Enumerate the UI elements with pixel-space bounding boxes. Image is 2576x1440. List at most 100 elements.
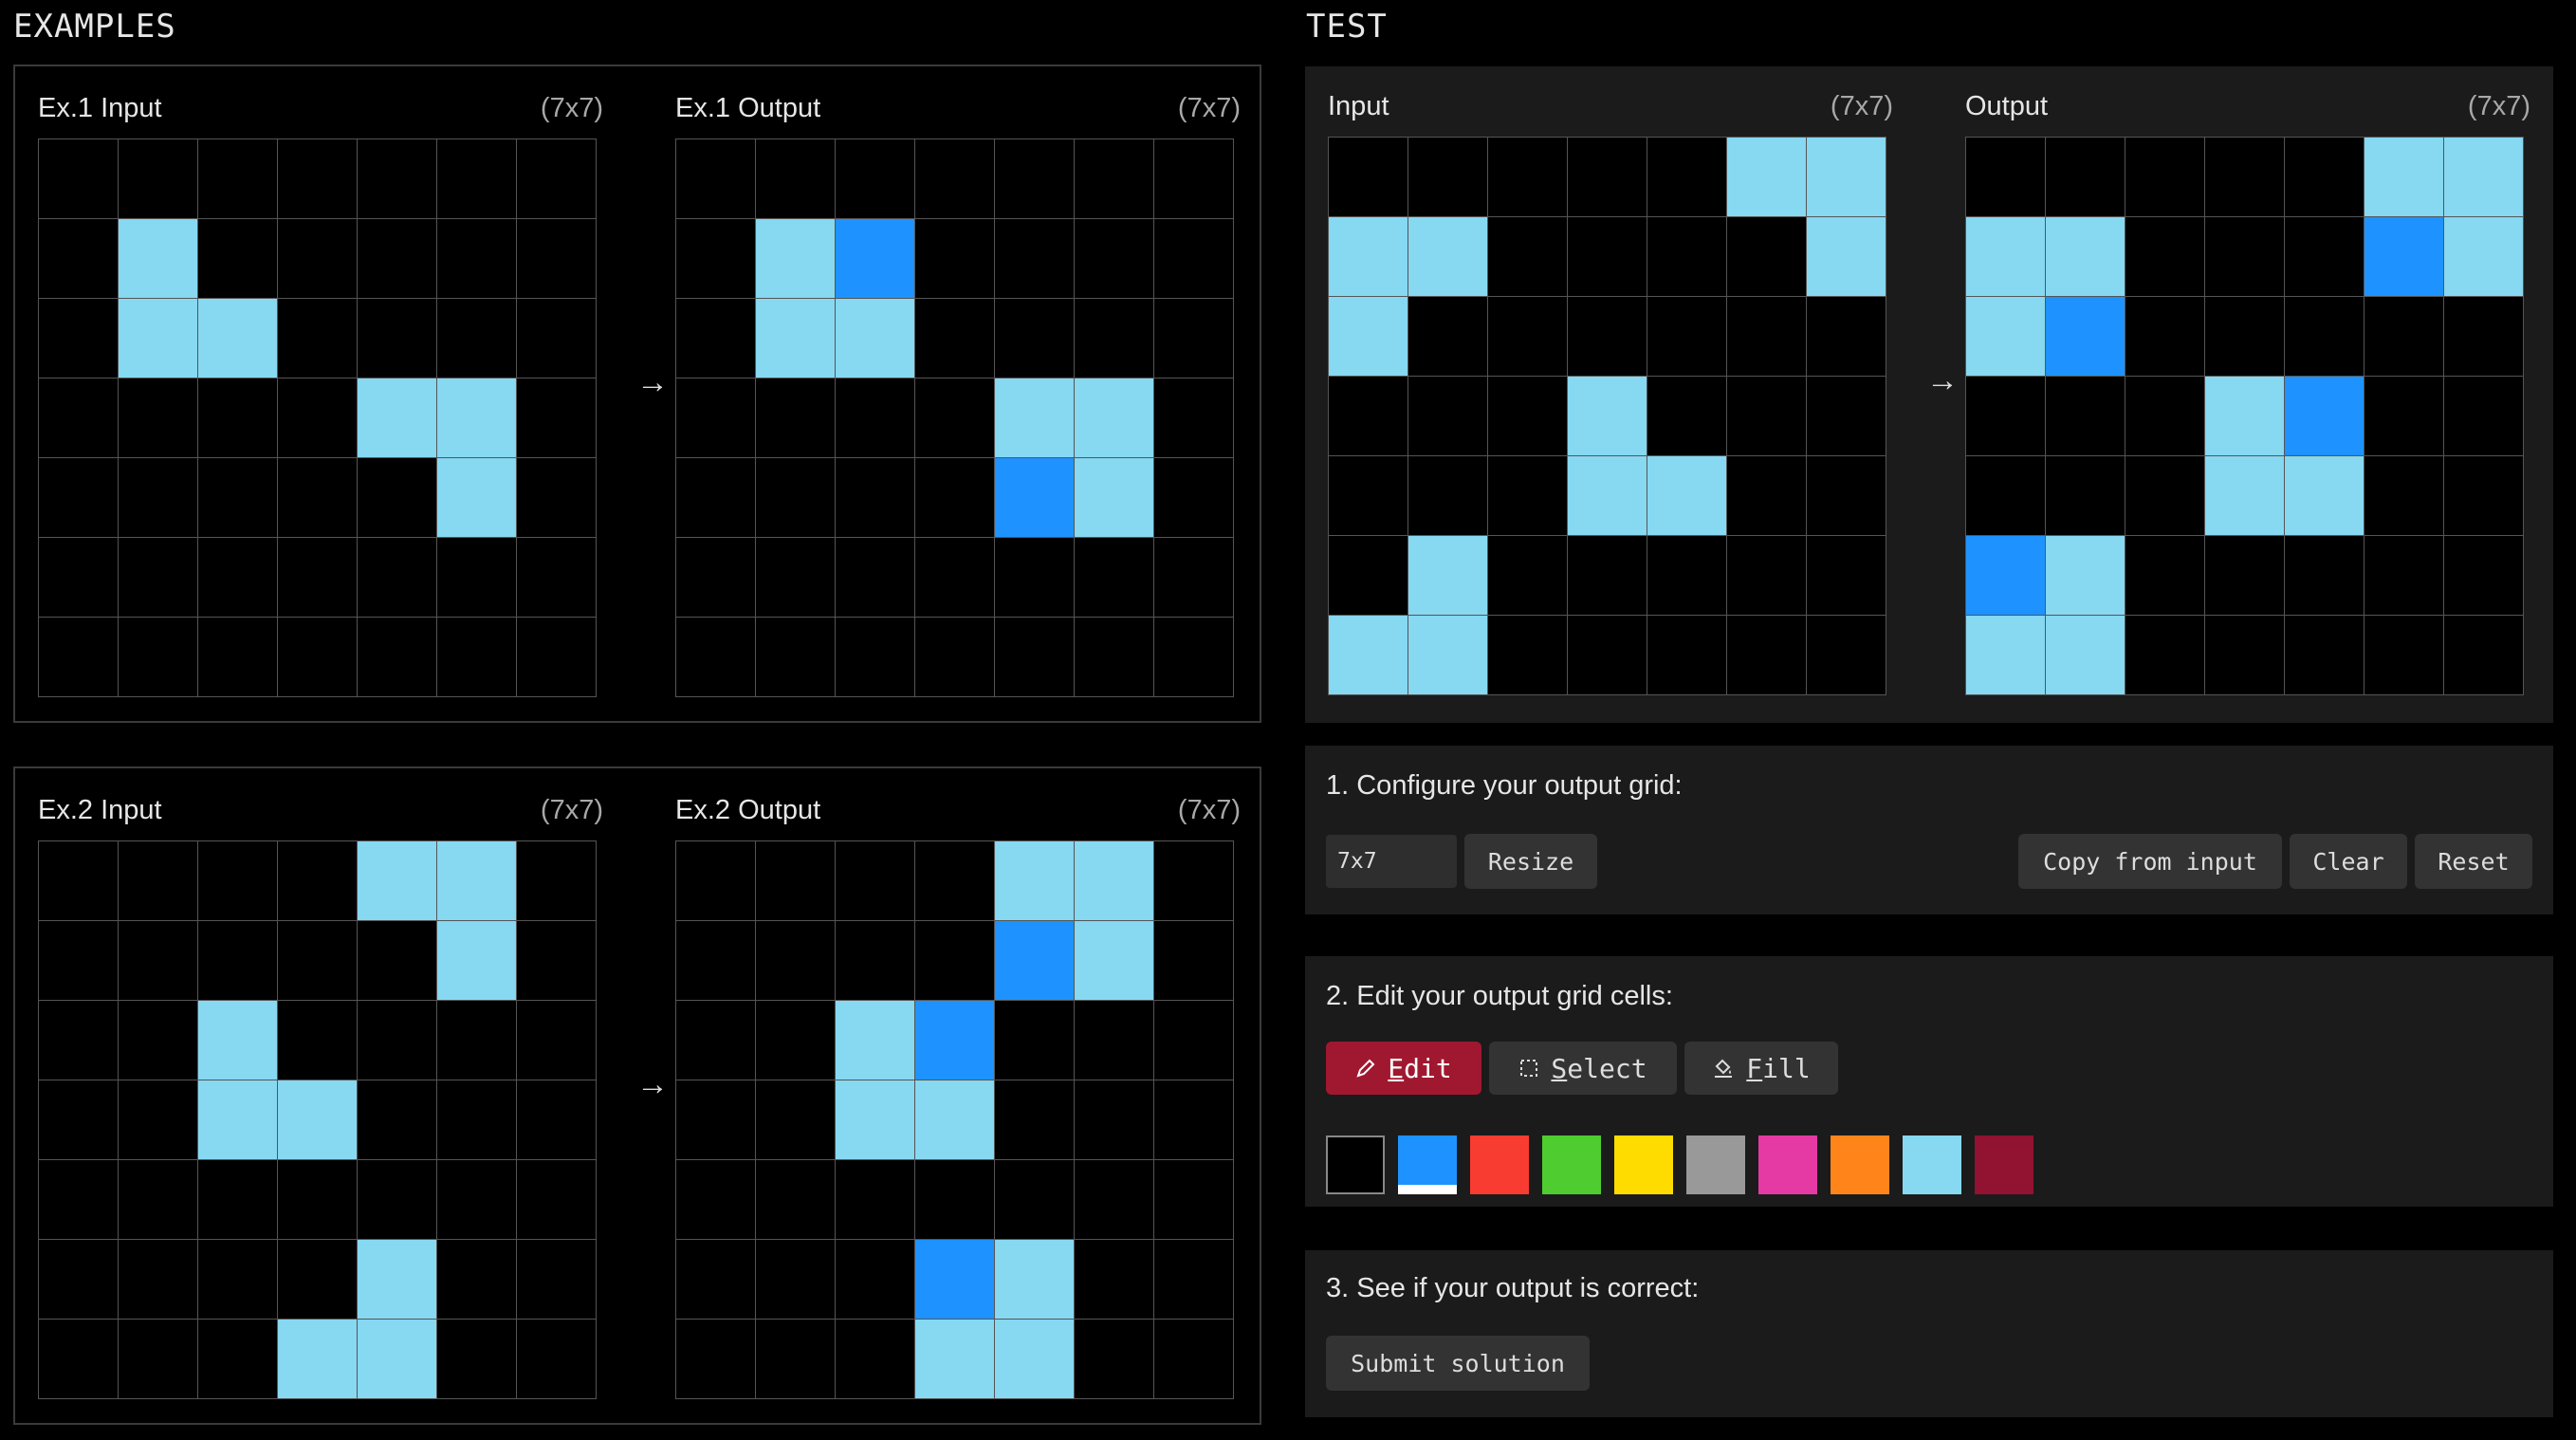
grid-cell — [39, 1001, 119, 1080]
grid-cell[interactable] — [2205, 536, 2285, 616]
grid-cell[interactable] — [2125, 217, 2205, 297]
grid-cell[interactable] — [1966, 377, 2046, 456]
color-swatch-magenta[interactable] — [1758, 1135, 1817, 1194]
grid-cell — [1568, 297, 1647, 377]
grid-cell — [39, 1240, 119, 1320]
resize-button[interactable]: Resize — [1464, 834, 1597, 889]
grid-cell[interactable] — [2364, 536, 2444, 616]
grid-cell[interactable] — [2285, 456, 2364, 536]
grid-cell[interactable] — [1966, 297, 2046, 377]
grid-cell — [358, 219, 437, 299]
test-output-grid[interactable] — [1965, 137, 2524, 695]
grid-cell — [1408, 297, 1488, 377]
color-swatch-red[interactable] — [1470, 1135, 1529, 1194]
grid-cell[interactable] — [2046, 456, 2125, 536]
grid-cell — [836, 1001, 915, 1080]
grid-cell[interactable] — [1966, 456, 2046, 536]
copy-from-input-button[interactable]: Copy from input — [2018, 834, 2282, 889]
grid-cell[interactable] — [2444, 377, 2524, 456]
grid-label: Ex.1 Input — [38, 92, 162, 123]
grid-cell[interactable] — [2125, 377, 2205, 456]
grid-cell[interactable] — [2205, 456, 2285, 536]
grid-cell[interactable] — [2046, 217, 2125, 297]
grid-cell — [1807, 456, 1886, 536]
grid-cell[interactable] — [2364, 456, 2444, 536]
grid-cell — [198, 458, 278, 538]
grid-cell[interactable] — [2046, 138, 2125, 217]
arrow-icon: → — [636, 1066, 669, 1102]
grid-cell — [517, 219, 597, 299]
example-1-output: Ex.1 Output (7x7) — [675, 80, 1241, 700]
color-swatch-maroon[interactable] — [1975, 1135, 2033, 1194]
grid-cell[interactable] — [2364, 616, 2444, 695]
grid-cell — [1075, 139, 1154, 219]
grid-cell[interactable] — [2046, 536, 2125, 616]
grid-cell[interactable] — [2285, 377, 2364, 456]
grid-cell[interactable] — [2125, 616, 2205, 695]
color-swatch-black[interactable] — [1326, 1135, 1385, 1194]
color-swatch-gray[interactable] — [1686, 1135, 1745, 1194]
grid-cell[interactable] — [2125, 536, 2205, 616]
grid-cell[interactable] — [2364, 217, 2444, 297]
fill-tool-button[interactable]: Fill — [1684, 1042, 1838, 1095]
grid-cell[interactable] — [2046, 297, 2125, 377]
grid-cell — [39, 139, 119, 219]
grid-cell[interactable] — [2364, 377, 2444, 456]
grid-cell[interactable] — [2364, 297, 2444, 377]
grid-cell[interactable] — [2444, 297, 2524, 377]
color-swatch-yellow[interactable] — [1614, 1135, 1673, 1194]
grid-cell — [915, 1320, 995, 1399]
grid-cell — [995, 458, 1075, 538]
grid-cell[interactable] — [1966, 616, 2046, 695]
grid-size: (7x7) — [1830, 90, 1893, 121]
grid-cell — [1154, 618, 1234, 697]
color-swatch-green[interactable] — [1542, 1135, 1601, 1194]
reset-button[interactable]: Reset — [2415, 834, 2532, 889]
grid-cell — [1727, 138, 1807, 217]
grid-cell[interactable] — [1966, 536, 2046, 616]
grid-cell[interactable] — [2444, 217, 2524, 297]
grid-cell[interactable] — [2205, 138, 2285, 217]
edit-tool-button[interactable]: Edit — [1326, 1042, 1481, 1095]
submit-solution-button[interactable]: Submit solution — [1326, 1336, 1590, 1391]
grid-cell — [437, 1160, 517, 1240]
color-swatch-light-blue[interactable] — [1903, 1135, 1961, 1194]
grid-cell[interactable] — [2205, 377, 2285, 456]
grid-cell[interactable] — [2444, 536, 2524, 616]
grid-cell — [39, 618, 119, 697]
grid-cell[interactable] — [2285, 138, 2364, 217]
grid-cell[interactable] — [2205, 217, 2285, 297]
grid-size: (7x7) — [1177, 794, 1241, 825]
grid-cell[interactable] — [2285, 616, 2364, 695]
grid-cell — [1075, 1240, 1154, 1320]
grid-cell — [358, 1001, 437, 1080]
grid-cell[interactable] — [2205, 297, 2285, 377]
grid-cell[interactable] — [2285, 217, 2364, 297]
grid-label: Input — [1328, 90, 1389, 121]
clear-button[interactable]: Clear — [2290, 834, 2407, 889]
color-swatch-blue[interactable] — [1398, 1135, 1457, 1194]
grid-cell[interactable] — [2444, 456, 2524, 536]
grid-cell[interactable] — [2046, 377, 2125, 456]
grid-cell — [995, 1001, 1075, 1080]
grid-size-input[interactable] — [1326, 835, 1457, 888]
grid-cell[interactable] — [2285, 297, 2364, 377]
grid-cell[interactable] — [2046, 616, 2125, 695]
grid-cell — [1647, 217, 1727, 297]
grid-cell[interactable] — [1966, 138, 2046, 217]
edit-tool-label: Edit — [1388, 1052, 1452, 1084]
color-swatch-orange[interactable] — [1831, 1135, 1889, 1194]
grid-cell[interactable] — [2125, 297, 2205, 377]
grid-cell[interactable] — [2285, 536, 2364, 616]
grid-cell[interactable] — [2364, 138, 2444, 217]
grid-cell[interactable] — [2125, 138, 2205, 217]
grid-cell[interactable] — [2444, 138, 2524, 217]
select-tool-button[interactable]: Select — [1489, 1042, 1677, 1095]
grid-cell[interactable] — [2205, 616, 2285, 695]
grid-cell[interactable] — [2444, 616, 2524, 695]
grid-cell[interactable] — [1966, 217, 2046, 297]
grid-cell — [1727, 217, 1807, 297]
grid-cell[interactable] — [2125, 456, 2205, 536]
grid-cell — [437, 618, 517, 697]
grid-cell — [517, 458, 597, 538]
